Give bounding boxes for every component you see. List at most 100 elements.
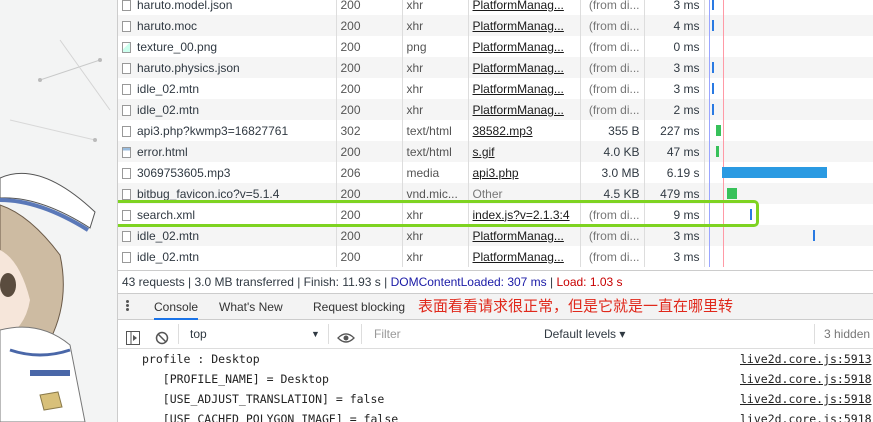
- console-source-link[interactable]: live2d.core.js:5918: [740, 389, 872, 409]
- table-row[interactable]: haruto.physics.json 200 xhr PlatformManag..…: [118, 57, 873, 78]
- log-levels-dropdown[interactable]: Default levels ▾: [544, 320, 625, 348]
- request-name-text: haruto.physics.json: [137, 60, 240, 75]
- request-status-text: 206: [340, 165, 361, 180]
- console-filter-input[interactable]: Filter: [366, 324, 544, 344]
- request-name: 3069753605.mp3: [118, 162, 337, 183]
- request-status: 200: [336, 204, 403, 225]
- clear-console-icon[interactable]: [155, 327, 169, 345]
- request-type: media: [402, 162, 469, 183]
- request-initiator[interactable]: PlatformManag...: [468, 78, 581, 99]
- request-status-text: 200: [340, 207, 361, 222]
- request-initiator[interactable]: PlatformManag...: [468, 99, 581, 120]
- request-type: xhr: [402, 15, 469, 36]
- table-row[interactable]: haruto.model.json 200 xhr PlatformManag... (…: [118, 0, 873, 15]
- table-row[interactable]: bitbug_favicon.ico?v=5.1.4 200 vnd.mic... O…: [118, 183, 873, 204]
- request-size-text: (from di...: [588, 228, 640, 243]
- waterfall-bar: [712, 62, 715, 73]
- network-request-table: haruto.model.json 200 xhr PlatformManag... (…: [118, 0, 873, 267]
- request-initiator[interactable]: Other: [468, 183, 581, 204]
- request-type: xhr: [402, 99, 469, 120]
- request-initiator[interactable]: index.js?v=2.1.3:4: [468, 204, 581, 225]
- waterfall-bar: [712, 20, 715, 31]
- tab-console[interactable]: Console: [154, 294, 199, 320]
- console-toolbar: top ▼ Filter Default levels ▾ 3 hidden: [118, 320, 873, 349]
- table-row[interactable]: search.xml 200 xhr index.js?v=2.1.3:4 (from …: [118, 204, 873, 225]
- console-source-link[interactable]: live2d.core.js:5913: [740, 349, 872, 369]
- request-size-text: (from di...: [588, 18, 640, 33]
- summary-load: Load: 1.03 s: [556, 275, 623, 289]
- request-initiator-text: index.js?v=2.1.3:4: [472, 207, 570, 222]
- request-initiator-text: PlatformManag...: [472, 60, 564, 75]
- request-time-text: 9 ms: [673, 207, 700, 222]
- request-time-text: 4 ms: [673, 18, 700, 33]
- console-source-link[interactable]: live2d.core.js:5918: [740, 369, 872, 389]
- request-initiator[interactable]: PlatformManag...: [468, 15, 581, 36]
- request-type: xhr: [402, 0, 469, 15]
- request-type-text: xhr: [406, 60, 424, 75]
- table-row[interactable]: idle_02.mtn 200 xhr PlatformManag... (from d…: [118, 99, 873, 120]
- context-dropdown-icon[interactable]: ▼: [311, 320, 320, 348]
- request-time: 2 ms: [644, 99, 705, 120]
- request-time-text: 3 ms: [673, 228, 700, 243]
- request-time-text: 227 ms: [660, 123, 700, 138]
- request-name: idle_02.mtn: [118, 78, 337, 99]
- table-row[interactable]: idle_02.mtn 200 xhr PlatformManag... (from d…: [118, 246, 873, 267]
- page-background: [0, 0, 117, 422]
- request-size: (from di...: [580, 15, 645, 36]
- request-status-text: 302: [340, 123, 361, 138]
- table-row[interactable]: api3.php?kwmp3=16827761 302 text/html 38582…: [118, 120, 873, 141]
- file-icon: [122, 125, 131, 137]
- request-time: 3 ms: [644, 0, 705, 15]
- request-initiator-text: PlatformManag...: [472, 0, 564, 12]
- request-initiator[interactable]: 38582.mp3: [468, 120, 581, 141]
- request-status-text: 200: [340, 102, 361, 117]
- request-initiator-text: PlatformManag...: [472, 228, 564, 243]
- request-size: (from di...: [580, 246, 645, 267]
- request-status-text: 200: [340, 0, 361, 12]
- request-initiator[interactable]: PlatformManag...: [468, 36, 581, 57]
- tab-request-blocking[interactable]: Request blocking: [313, 294, 405, 320]
- request-status-text: 200: [340, 144, 361, 159]
- waterfall-bar: [716, 146, 719, 157]
- file-icon: [122, 167, 131, 179]
- request-initiator[interactable]: PlatformManag...: [468, 0, 581, 15]
- summary-requests: 43 requests | 3.0 MB transferred | Finis…: [122, 275, 391, 289]
- drawer-tab-bar: Console What's New Request blocking 表面看看…: [118, 293, 873, 320]
- request-type: text/html: [402, 141, 469, 162]
- html-file-icon: [122, 146, 131, 158]
- request-initiator[interactable]: s.gif: [468, 141, 581, 162]
- request-name: idle_02.mtn: [118, 225, 337, 246]
- waterfall-bar: [813, 230, 816, 241]
- tab-whats-new[interactable]: What's New: [219, 294, 283, 320]
- table-row[interactable]: haruto.moc 200 xhr PlatformManag... (from di…: [118, 15, 873, 36]
- request-size-text: (from di...: [588, 39, 640, 54]
- more-tabs-icon[interactable]: [126, 300, 129, 312]
- table-row[interactable]: error.html 200 text/html s.gif 4.0 KB 47 ms: [118, 141, 873, 162]
- waterfall-bar: [712, 0, 715, 10]
- request-status-text: 200: [340, 81, 361, 96]
- request-status: 200: [336, 246, 403, 267]
- context-selector[interactable]: top: [190, 320, 207, 348]
- table-row[interactable]: idle_02.mtn 200 xhr PlatformManag... (from d…: [118, 225, 873, 246]
- table-row[interactable]: texture_00.png 200 png PlatformManag... (fro…: [118, 36, 873, 57]
- request-status-text: 200: [340, 186, 361, 201]
- request-initiator[interactable]: PlatformManag...: [468, 225, 581, 246]
- summary-dom-content-loaded: DOMContentLoaded: 307 ms: [390, 275, 547, 289]
- request-status: 200: [336, 78, 403, 99]
- file-icon: [122, 0, 131, 11]
- request-time: 4 ms: [644, 15, 705, 36]
- table-row[interactable]: 3069753605.mp3 206 media api3.php 3.0 MB 6.19…: [118, 162, 873, 183]
- eye-icon[interactable]: [337, 327, 355, 343]
- console-source-link[interactable]: live2d.core.js:5918: [740, 409, 872, 422]
- table-row[interactable]: idle_02.mtn 200 xhr PlatformManag... (from d…: [118, 78, 873, 99]
- request-time: 47 ms: [644, 141, 705, 162]
- request-initiator[interactable]: PlatformManag...: [468, 57, 581, 78]
- sidebar-toggle-icon[interactable]: [126, 327, 140, 345]
- file-icon: [122, 230, 131, 242]
- request-initiator[interactable]: api3.php: [468, 162, 581, 183]
- console-message: [USE_CACHED_POLYGON_IMAGE] = false live2d…: [118, 409, 873, 422]
- request-type: vnd.mic...: [402, 183, 469, 204]
- request-initiator[interactable]: PlatformManag...: [468, 246, 581, 267]
- console-message-text: profile : Desktop: [142, 352, 260, 366]
- file-icon: [122, 104, 131, 116]
